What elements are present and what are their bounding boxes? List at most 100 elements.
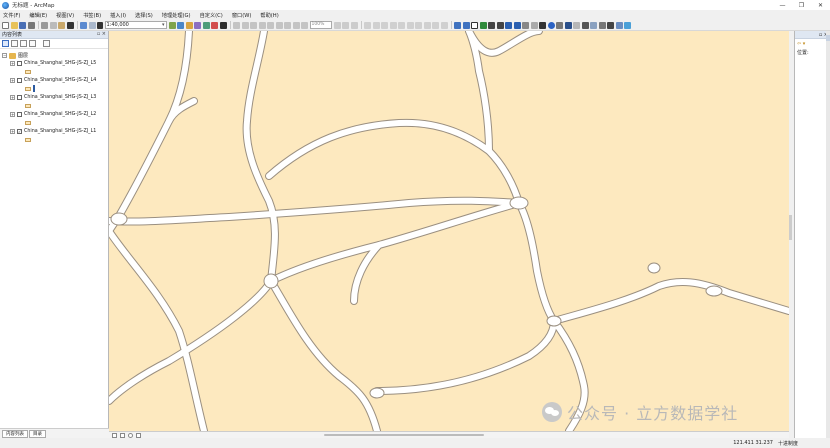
zoom-whole-page-icon[interactable] bbox=[258, 21, 266, 29]
layer-row-l3[interactable]: + China_Shanghai_SHG-JS-ZJ_L3 bbox=[10, 95, 96, 100]
menu-customize[interactable]: 自定义(C) bbox=[200, 12, 223, 19]
draw-rectangle-icon[interactable] bbox=[381, 21, 388, 29]
python-window-icon[interactable] bbox=[211, 21, 218, 29]
map-vertical-scrollbar-thumb[interactable] bbox=[789, 215, 792, 240]
save-icon[interactable] bbox=[19, 21, 26, 29]
map-view[interactable] bbox=[109, 31, 789, 431]
tab-catalog[interactable]: 目录 bbox=[29, 429, 46, 438]
layer-symbol-swatch[interactable] bbox=[25, 104, 31, 108]
clear-selection-icon[interactable] bbox=[530, 21, 538, 29]
data-frame-row[interactable]: − 图层 bbox=[2, 52, 28, 59]
reshape-icon[interactable] bbox=[406, 21, 414, 29]
list-by-visibility-icon[interactable] bbox=[20, 40, 27, 47]
hyperlink-icon[interactable] bbox=[573, 21, 580, 29]
model-builder-icon[interactable] bbox=[219, 21, 227, 29]
expand-toggle[interactable]: + bbox=[10, 129, 15, 134]
zoom-percent-combobox[interactable]: 100% bbox=[309, 21, 332, 29]
map-horizontal-scrollbar-thumb[interactable] bbox=[324, 434, 484, 436]
layer-row-l2[interactable]: + China_Shanghai_SHG-JS-ZJ_L2 bbox=[10, 112, 96, 117]
go-to-xy-icon[interactable] bbox=[598, 21, 606, 29]
layout-view-icon[interactable] bbox=[120, 432, 125, 438]
menu-view[interactable]: 视图(V) bbox=[56, 12, 74, 19]
list-by-selection-icon[interactable] bbox=[29, 40, 36, 47]
expand-toggle[interactable]: + bbox=[10, 112, 15, 117]
zoom-in-icon[interactable] bbox=[454, 21, 461, 29]
back-arrow-icon[interactable]: ⇦ ▾ bbox=[795, 39, 830, 49]
split-tool-icon[interactable] bbox=[423, 21, 431, 29]
menu-insert[interactable]: 插入(I) bbox=[110, 12, 126, 19]
layer-symbol-swatch[interactable] bbox=[25, 121, 31, 125]
draw-line-icon[interactable] bbox=[372, 21, 380, 29]
fixed-zoom-out-icon[interactable] bbox=[284, 21, 291, 29]
layer-symbol-swatch[interactable] bbox=[25, 87, 31, 91]
menu-windows[interactable]: 窗口(W) bbox=[232, 12, 252, 19]
go-back-extent-icon[interactable] bbox=[292, 21, 300, 29]
new-document-icon[interactable] bbox=[2, 21, 9, 29]
toggle-draft-mode-icon[interactable] bbox=[333, 21, 341, 29]
editor-toolbar-icon[interactable] bbox=[168, 21, 176, 29]
redo-icon[interactable] bbox=[88, 21, 96, 29]
layer-row-l4[interactable]: + China_Shanghai_SHG-JS-ZJ_L4 bbox=[10, 78, 96, 83]
undo-icon[interactable] bbox=[80, 21, 87, 29]
layer-symbol-swatch[interactable] bbox=[25, 70, 31, 74]
measure-icon[interactable] bbox=[564, 21, 572, 29]
layer-visibility-checkbox[interactable] bbox=[17, 78, 22, 83]
create-viewer-window-icon[interactable] bbox=[615, 21, 623, 29]
scale-combobox[interactable]: 1:40,000 bbox=[104, 21, 167, 29]
layout-pan-icon[interactable] bbox=[250, 21, 257, 29]
print-icon[interactable] bbox=[27, 21, 35, 29]
html-popup-icon[interactable] bbox=[556, 21, 563, 29]
layer-row-l1[interactable]: + ✓ China_Shanghai_SHG-JS-ZJ_L1 bbox=[10, 129, 96, 134]
forward-extent-arrow-icon[interactable] bbox=[513, 21, 521, 29]
layout-zoom-in-icon[interactable] bbox=[233, 21, 240, 29]
pinned-window-tab[interactable] bbox=[826, 35, 830, 41]
maximize-button[interactable]: ❐ bbox=[792, 0, 811, 10]
expand-toggle[interactable]: + bbox=[10, 95, 15, 100]
find-icon[interactable] bbox=[581, 21, 589, 29]
refresh-view-icon[interactable] bbox=[128, 432, 133, 438]
menu-selection[interactable]: 选择(S) bbox=[135, 12, 153, 19]
go-forward-extent-icon[interactable] bbox=[301, 21, 308, 29]
pause-drawing-icon[interactable] bbox=[136, 432, 141, 438]
list-by-source-icon[interactable] bbox=[11, 40, 18, 47]
full-extent-globe-icon[interactable] bbox=[479, 21, 487, 29]
delete-icon[interactable] bbox=[66, 21, 74, 29]
fixed-zoom-in-icon[interactable] bbox=[275, 21, 283, 29]
menu-geoprocessing[interactable]: 地理处理(G) bbox=[162, 12, 191, 19]
layer-visibility-checkbox[interactable] bbox=[17, 112, 22, 117]
menu-edit[interactable]: 编辑(E) bbox=[29, 12, 47, 19]
data-view-icon[interactable] bbox=[112, 432, 117, 438]
edit-vertices-icon[interactable] bbox=[398, 21, 405, 29]
layer-visibility-checkbox[interactable]: ✓ bbox=[17, 129, 22, 134]
layer-visibility-checkbox[interactable] bbox=[17, 61, 22, 66]
back-extent-arrow-icon[interactable] bbox=[505, 21, 512, 29]
pan-hand-icon[interactable] bbox=[471, 21, 478, 29]
layout-zoom-out-icon[interactable] bbox=[241, 21, 249, 29]
toc-options-icon[interactable] bbox=[43, 40, 50, 47]
change-layout-icon[interactable] bbox=[350, 21, 358, 29]
layer-visibility-checkbox[interactable] bbox=[17, 95, 22, 100]
expand-toggle[interactable]: + bbox=[10, 78, 15, 83]
draw-text-icon[interactable] bbox=[389, 21, 397, 29]
select-features-icon[interactable] bbox=[522, 21, 529, 29]
menu-bookmarks[interactable]: 书签(B) bbox=[83, 12, 101, 19]
search-window-icon[interactable] bbox=[194, 21, 201, 29]
menu-file[interactable]: 文件(F) bbox=[3, 12, 20, 19]
cut-icon[interactable] bbox=[41, 21, 48, 29]
time-slider-icon[interactable] bbox=[607, 21, 614, 29]
arctoolbox-icon[interactable] bbox=[202, 21, 210, 29]
zoom-100-icon[interactable] bbox=[267, 21, 274, 29]
identify-icon[interactable] bbox=[547, 21, 555, 29]
collapse-toggle[interactable]: − bbox=[2, 53, 7, 58]
select-elements-arrow-icon[interactable] bbox=[539, 21, 546, 29]
add-data-icon[interactable] bbox=[97, 21, 103, 29]
minimize-button[interactable]: — bbox=[773, 0, 792, 10]
fixed-zoom-in-map-icon[interactable] bbox=[488, 21, 495, 29]
list-by-drawing-order-icon[interactable] bbox=[2, 40, 9, 47]
table-of-contents-icon[interactable] bbox=[177, 21, 184, 29]
image-classification-icon[interactable] bbox=[624, 21, 631, 29]
fixed-zoom-out-map-icon[interactable] bbox=[496, 21, 504, 29]
rotate-tool-icon[interactable] bbox=[432, 21, 439, 29]
expand-toggle[interactable]: + bbox=[10, 61, 15, 66]
copy-icon[interactable] bbox=[49, 21, 57, 29]
